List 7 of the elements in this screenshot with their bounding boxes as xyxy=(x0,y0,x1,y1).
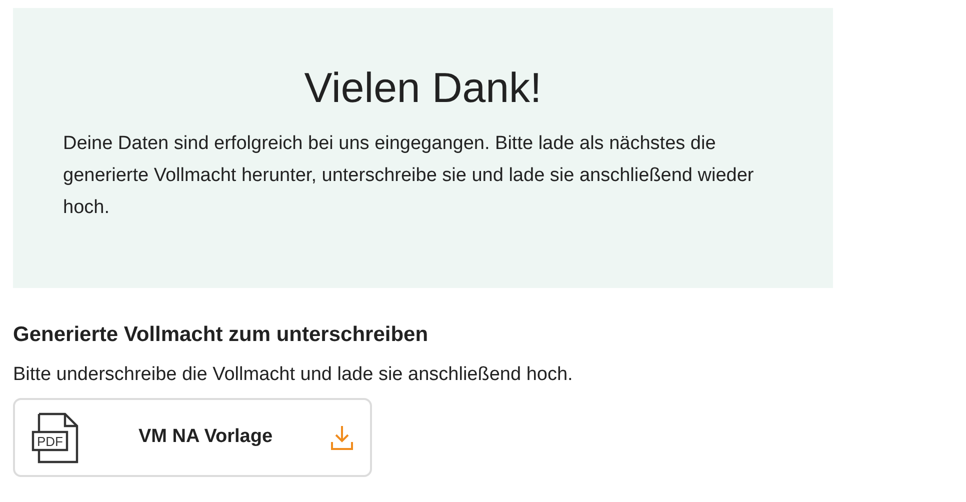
confirmation-message: Deine Daten sind erfolgreich bei uns eingegangen. Bitte lade als nächstes die generierte Vollmacht herunter, unterschreibe sie und lade sie anschließend wieder hoch. xyxy=(63,132,755,220)
file-card[interactable]: PDF VM NA Vorlage xyxy=(13,398,372,477)
instruction-text: Bitte underschreibe die Vollmacht und lade sie anschließend hoch. xyxy=(13,363,574,387)
section-heading: Generierte Vollmacht zum unterschreiben xyxy=(13,322,430,348)
confirmation-title: Vielen Dank! xyxy=(304,63,542,113)
download-icon[interactable] xyxy=(330,424,354,450)
file-name: VM NA Vorlage xyxy=(137,425,274,450)
